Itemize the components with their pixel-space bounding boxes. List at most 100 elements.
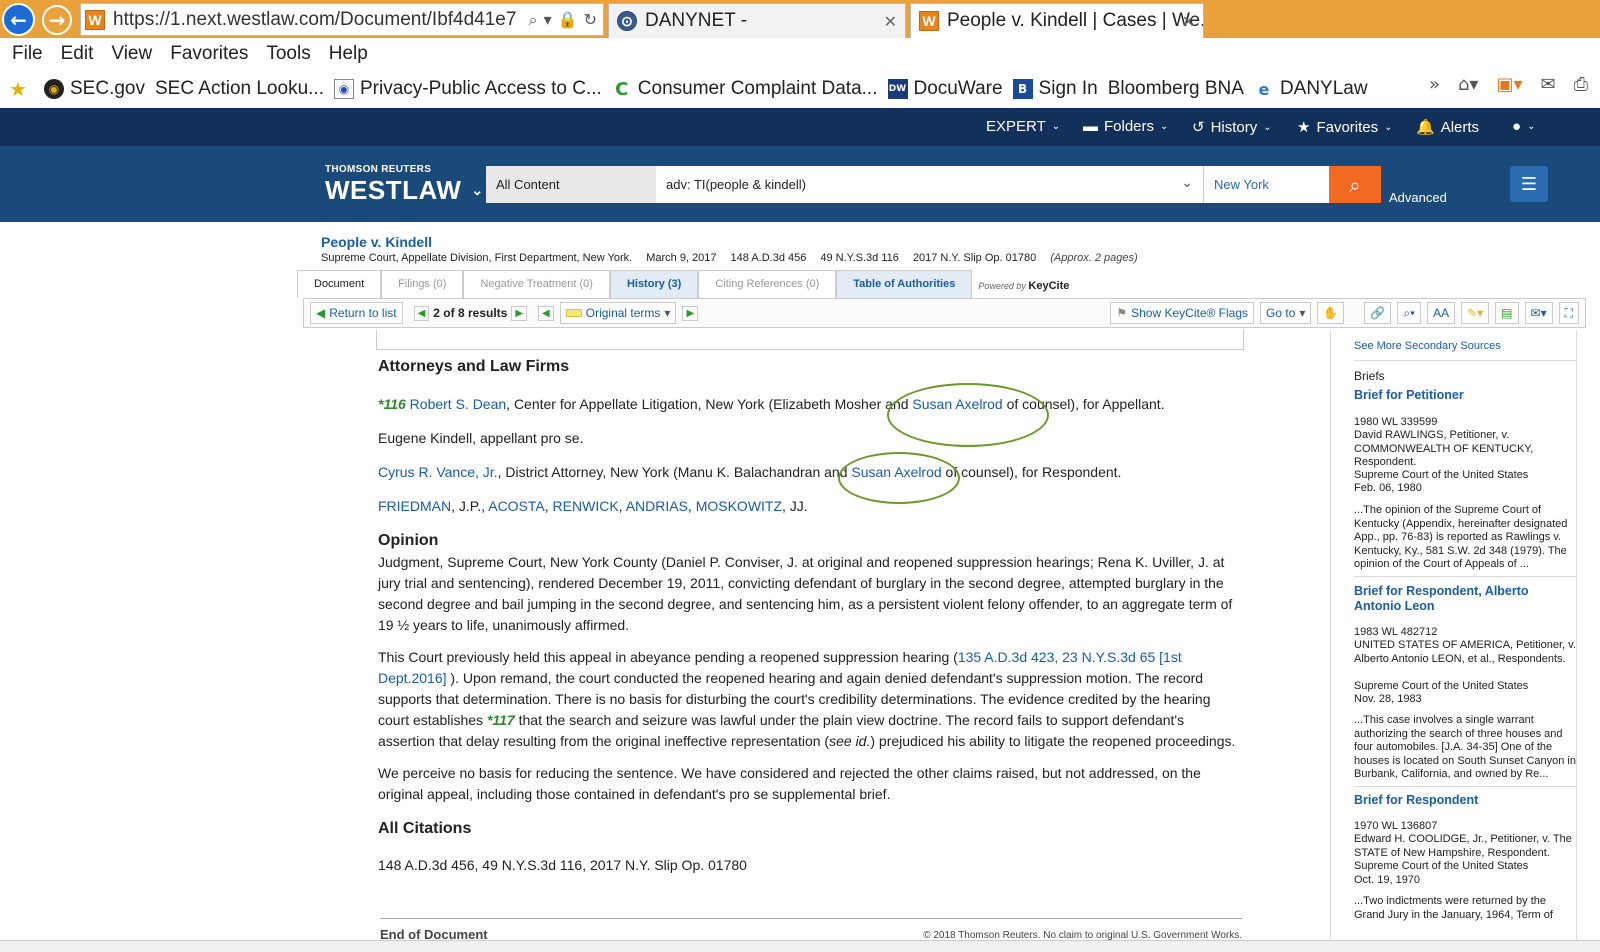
tab-table-of-authorities[interactable]: Table of Authorities	[836, 270, 973, 298]
attorney-link[interactable]: Robert S. Dean	[410, 396, 507, 412]
westlaw-topnav: EXPERT ⌄ ▬ Folders ⌄ ↺ History ⌄ ★ Favorites ⌄ …	[0, 108, 1600, 146]
chevron-down-icon: ⌄	[1263, 121, 1272, 133]
print-icon[interactable]: ⎙	[1574, 74, 1588, 95]
horizontal-scrollbar[interactable]	[0, 940, 1600, 952]
forward-button[interactable]: →	[42, 5, 72, 35]
fav-consumer[interactable]: C Consumer Complaint Data...	[612, 78, 877, 100]
chevron-down-icon: ⌄	[1384, 121, 1393, 133]
attorney-paragraph-respondent: Cyrus R. Vance, Jr., District Attorney, …	[378, 464, 1122, 480]
close-icon[interactable]: ✕	[884, 12, 897, 31]
menu-favorites[interactable]: Favorites	[170, 43, 248, 65]
url-text[interactable]: https://1.next.westlaw.com/Document/Ibf4…	[113, 9, 523, 31]
text-size-icon[interactable]: AA	[1427, 302, 1456, 324]
divider	[1354, 786, 1576, 787]
westlaw-logo[interactable]: THOMSON REUTERS WESTLAW ⌄	[325, 164, 484, 206]
judge-link[interactable]: MOSKOWITZ	[696, 498, 782, 514]
fav-sec-action[interactable]: SEC Action Looku...	[155, 78, 324, 100]
brief-title-link[interactable]: Brief for Respondent	[1354, 793, 1576, 808]
tab-negative-treatment[interactable]: Negative Treatment (0)	[463, 270, 610, 298]
all-citations: 148 A.D.3d 456, 49 N.Y.S.3d 116, 2017 N.…	[378, 857, 747, 873]
tab-citing-references[interactable]: Citing References (0)	[698, 270, 837, 298]
history-icon: ↺	[1192, 119, 1205, 136]
next-term-icon[interactable]: ▶	[682, 305, 699, 321]
alerts-menu[interactable]: 🔔 Alerts	[1416, 118, 1479, 137]
judge-link[interactable]: RENWICK	[553, 498, 619, 514]
cite-check-icon[interactable]: ✋	[1317, 302, 1345, 324]
mail-icon[interactable]: ✉	[1541, 74, 1556, 95]
see-more-secondary-sources-link[interactable]: See More Secondary Sources	[1354, 340, 1594, 354]
expert-menu[interactable]: EXPERT ⌄	[986, 118, 1060, 135]
tab-history[interactable]: History (3)	[609, 270, 699, 298]
star-page-116: *116	[378, 396, 406, 412]
home-icon[interactable]: ⌂▾	[1458, 74, 1478, 95]
chevron-down-icon: ⌄	[471, 182, 484, 198]
next-result-icon[interactable]: ▶	[511, 305, 528, 321]
brief-parties: UNITED STATES OF AMERICA, Petitioner, v.…	[1354, 639, 1576, 665]
history-menu[interactable]: ↺ History ⌄	[1192, 118, 1272, 137]
fav-privacy[interactable]: ◉ Privacy-Public Access to C...	[333, 78, 602, 100]
return-to-list-button[interactable]: ◀ Return to list	[310, 302, 403, 324]
highlight-icon	[565, 309, 582, 317]
previous-result-icon[interactable]: ◀	[413, 305, 430, 321]
tab-filings[interactable]: Filings (0)	[381, 270, 464, 298]
folders-menu[interactable]: ▬ Folders ⌄	[1083, 118, 1168, 135]
fav-signin[interactable]: B Sign In	[1012, 78, 1098, 100]
favorites-menu[interactable]: ★ Favorites ⌄	[1297, 118, 1393, 137]
fav-bloomberg[interactable]: Bloomberg BNA	[1108, 78, 1244, 100]
favorites-star-icon[interactable]: ★	[8, 77, 34, 101]
appellant-pro-se: Eugene Kindell, appellant pro se.	[378, 430, 584, 446]
tab-document[interactable]: Document	[297, 270, 382, 298]
attorney-link[interactable]: Cyrus R. Vance, Jr.	[378, 464, 498, 480]
original-terms-select[interactable]: Original terms ▾	[559, 302, 677, 324]
attorney-paragraph-appellant: *116 Robert S. Dean, Center for Appellat…	[378, 396, 1165, 412]
content-frame	[376, 330, 1244, 350]
more-favorites-icon[interactable]: »	[1429, 74, 1440, 95]
address-bar[interactable]: W https://1.next.westlaw.com/Document/Ib…	[80, 3, 604, 36]
back-button[interactable]: ←	[2, 3, 35, 36]
search-within-icon[interactable]: ⌕▾	[1397, 302, 1422, 324]
go-to-button[interactable]: Go to ▾	[1260, 302, 1312, 324]
consumer-icon: C	[615, 78, 629, 100]
refresh-icon[interactable]: ↻	[584, 10, 597, 30]
previous-term-icon[interactable]: ◀	[538, 305, 554, 321]
tab-danynet[interactable]: ⊙ DANYNET - ✕	[608, 3, 906, 38]
keycite-flags-button[interactable]: ⚑ Show KeyCite® Flags	[1110, 302, 1255, 324]
fav-danylaw[interactable]: e DANYLaw	[1254, 78, 1368, 100]
menu-edit[interactable]: Edit	[61, 43, 94, 65]
dropdown-icon[interactable]: ▾	[544, 10, 552, 30]
search-input[interactable]: adv: TI(people & kindell) ⌄	[656, 166, 1204, 203]
document-title[interactable]: People v. Kindell	[321, 234, 432, 250]
fav-docuware[interactable]: DW DocuWare	[887, 78, 1003, 100]
search-button[interactable]: ⌕	[1329, 166, 1381, 203]
rss-icon[interactable]: ▣▾	[1496, 74, 1522, 95]
citations-heading: All Citations	[378, 820, 472, 837]
judge-link[interactable]: ACOSTA	[488, 498, 545, 514]
research-list-icon[interactable]: ☰	[1510, 166, 1548, 202]
fav-sec[interactable]: ◉ SEC.gov	[44, 78, 145, 100]
chevron-down-icon: ▾	[664, 306, 671, 320]
search-icon[interactable]: ⌕	[529, 10, 538, 30]
judge-link[interactable]: ANDRIAS	[626, 498, 688, 514]
menu-help[interactable]: Help	[329, 43, 368, 65]
full-screen-icon[interactable]: ⛶	[1558, 302, 1579, 324]
content-type-select[interactable]: All Content	[486, 166, 656, 203]
jurisdiction-select[interactable]: New York	[1204, 166, 1329, 203]
tab-westlaw[interactable]: W People v. Kindell | Cases | We... ✕	[910, 3, 1204, 38]
delivery-email-icon[interactable]: ✉▾	[1524, 302, 1553, 324]
user-menu[interactable]: ● ⌄	[1512, 118, 1535, 135]
brief-title-link[interactable]: Brief for Petitioner	[1354, 388, 1576, 403]
brief-title-link[interactable]: Brief for Respondent, Alberto Antonio Le…	[1354, 584, 1576, 614]
keycite-logo: Powered by KeyCite	[978, 280, 1070, 292]
menu-view[interactable]: View	[111, 43, 152, 65]
menu-bar: File Edit View Favorites Tools Help	[0, 38, 1600, 70]
chevron-down-icon[interactable]: ⌄	[1181, 175, 1193, 191]
brief-snippet: ...The opinion of the Supreme Court of K…	[1354, 504, 1568, 570]
annotation-icon[interactable]: ✎▾	[1461, 302, 1490, 324]
menu-tools[interactable]: Tools	[266, 43, 310, 65]
judge-link[interactable]: FRIEDMAN	[378, 498, 451, 514]
menu-file[interactable]: File	[12, 43, 43, 65]
link-icon[interactable]: 🔗	[1364, 302, 1392, 324]
advanced-search-link[interactable]: Advanced	[1389, 190, 1447, 205]
save-to-folder-icon[interactable]: ▤	[1495, 302, 1519, 324]
close-icon[interactable]: ✕	[1182, 12, 1195, 31]
